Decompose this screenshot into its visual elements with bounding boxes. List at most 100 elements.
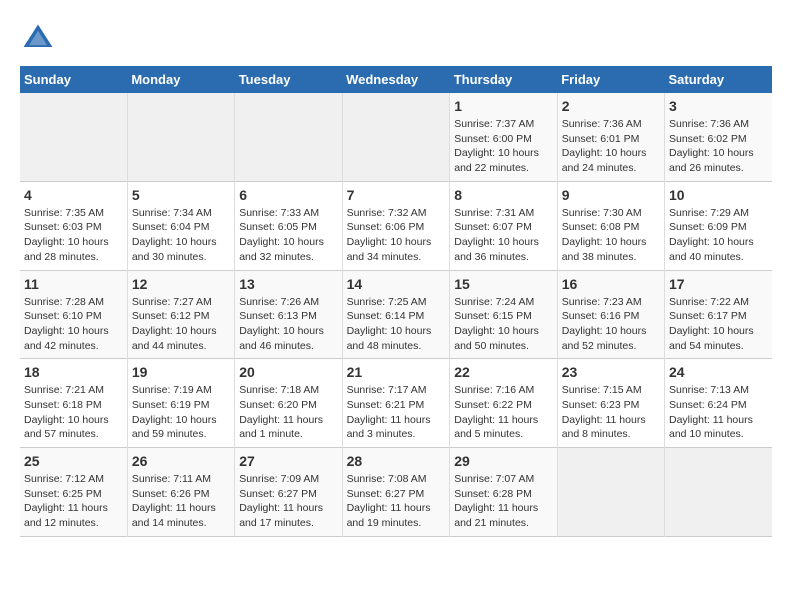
day-cell: 23 Sunrise: 7:15 AMSunset: 6:23 PMDayligh… bbox=[557, 359, 664, 448]
day-cell: 3 Sunrise: 7:36 AMSunset: 6:02 PMDaylight… bbox=[665, 93, 773, 181]
day-number: 23 bbox=[562, 364, 660, 380]
day-number: 28 bbox=[347, 453, 446, 469]
day-info: Sunrise: 7:31 AMSunset: 6:07 PMDaylight:… bbox=[454, 206, 552, 265]
day-cell: 28 Sunrise: 7:08 AMSunset: 6:27 PMDayligh… bbox=[342, 448, 450, 537]
logo-icon bbox=[20, 20, 56, 56]
week-row-5: 25Sunrise: 7:12 AMSunset: 6:25 PMDayligh… bbox=[20, 448, 772, 537]
day-number: 25 bbox=[24, 453, 123, 469]
day-info: Sunrise: 7:27 AMSunset: 6:12 PMDaylight:… bbox=[132, 295, 230, 354]
day-cell: 12 Sunrise: 7:27 AMSunset: 6:12 PMDayligh… bbox=[127, 270, 234, 359]
day-info: Sunrise: 7:24 AMSunset: 6:15 PMDaylight:… bbox=[454, 295, 552, 354]
day-number: 5 bbox=[132, 187, 230, 203]
day-cell bbox=[127, 93, 234, 181]
day-info: Sunrise: 7:34 AMSunset: 6:04 PMDaylight:… bbox=[132, 206, 230, 265]
day-info: Sunrise: 7:35 AMSunset: 6:03 PMDaylight:… bbox=[24, 206, 123, 265]
day-info: Sunrise: 7:16 AMSunset: 6:22 PMDaylight:… bbox=[454, 383, 552, 442]
day-number: 15 bbox=[454, 276, 552, 292]
weekday-header-row: SundayMondayTuesdayWednesdayThursdayFrid… bbox=[20, 66, 772, 93]
logo bbox=[20, 20, 60, 56]
day-number: 12 bbox=[132, 276, 230, 292]
day-number: 29 bbox=[454, 453, 552, 469]
day-number: 6 bbox=[239, 187, 337, 203]
day-number: 3 bbox=[669, 98, 768, 114]
day-number: 7 bbox=[347, 187, 446, 203]
day-number: 8 bbox=[454, 187, 552, 203]
day-number: 26 bbox=[132, 453, 230, 469]
week-row-4: 18 Sunrise: 7:21 AMSunset: 6:18 PMDayligh… bbox=[20, 359, 772, 448]
day-cell bbox=[20, 93, 127, 181]
day-cell: 29 Sunrise: 7:07 AMSunset: 6:28 PMDayligh… bbox=[450, 448, 557, 537]
day-info: Sunrise: 7:26 AMSunset: 6:13 PMDaylight:… bbox=[239, 295, 337, 354]
day-info: Sunrise: 7:07 AMSunset: 6:28 PMDaylight:… bbox=[454, 472, 552, 531]
day-cell bbox=[235, 93, 342, 181]
day-info: Sunrise: 7:17 AMSunset: 6:21 PMDaylight:… bbox=[347, 383, 446, 442]
day-info: Sunrise: 7:15 AMSunset: 6:23 PMDaylight:… bbox=[562, 383, 660, 442]
day-cell: 25Sunrise: 7:12 AMSunset: 6:25 PMDayligh… bbox=[20, 448, 127, 537]
day-info: Sunrise: 7:23 AMSunset: 6:16 PMDaylight:… bbox=[562, 295, 660, 354]
day-cell: 6 Sunrise: 7:33 AMSunset: 6:05 PMDaylight… bbox=[235, 181, 342, 270]
day-cell: 18 Sunrise: 7:21 AMSunset: 6:18 PMDayligh… bbox=[20, 359, 127, 448]
day-number: 13 bbox=[239, 276, 337, 292]
day-info: Sunrise: 7:36 AMSunset: 6:02 PMDaylight:… bbox=[669, 117, 768, 176]
day-cell: 11 Sunrise: 7:28 AMSunset: 6:10 PMDayligh… bbox=[20, 270, 127, 359]
day-cell: 17Sunrise: 7:22 AMSunset: 6:17 PMDayligh… bbox=[665, 270, 773, 359]
day-cell: 7Sunrise: 7:32 AMSunset: 6:06 PMDaylight… bbox=[342, 181, 450, 270]
day-cell: 20 Sunrise: 7:18 AMSunset: 6:20 PMDayligh… bbox=[235, 359, 342, 448]
day-cell: 16 Sunrise: 7:23 AMSunset: 6:16 PMDayligh… bbox=[557, 270, 664, 359]
day-cell: 2 Sunrise: 7:36 AMSunset: 6:01 PMDaylight… bbox=[557, 93, 664, 181]
week-row-1: 1 Sunrise: 7:37 AMSunset: 6:00 PMDaylight… bbox=[20, 93, 772, 181]
day-info: Sunrise: 7:37 AMSunset: 6:00 PMDaylight:… bbox=[454, 117, 552, 176]
day-number: 4 bbox=[24, 187, 123, 203]
weekday-header-tuesday: Tuesday bbox=[235, 66, 342, 93]
day-cell: 13 Sunrise: 7:26 AMSunset: 6:13 PMDayligh… bbox=[235, 270, 342, 359]
day-number: 1 bbox=[454, 98, 552, 114]
day-number: 18 bbox=[24, 364, 123, 380]
day-number: 9 bbox=[562, 187, 660, 203]
weekday-header-sunday: Sunday bbox=[20, 66, 127, 93]
day-number: 14 bbox=[347, 276, 446, 292]
day-cell: 1 Sunrise: 7:37 AMSunset: 6:00 PMDaylight… bbox=[450, 93, 557, 181]
day-info: Sunrise: 7:29 AMSunset: 6:09 PMDaylight:… bbox=[669, 206, 768, 265]
weekday-header-wednesday: Wednesday bbox=[342, 66, 450, 93]
day-info: Sunrise: 7:18 AMSunset: 6:20 PMDaylight:… bbox=[239, 383, 337, 442]
day-number: 21 bbox=[347, 364, 446, 380]
week-row-3: 11 Sunrise: 7:28 AMSunset: 6:10 PMDayligh… bbox=[20, 270, 772, 359]
day-info: Sunrise: 7:33 AMSunset: 6:05 PMDaylight:… bbox=[239, 206, 337, 265]
day-number: 11 bbox=[24, 276, 123, 292]
weekday-header-friday: Friday bbox=[557, 66, 664, 93]
day-number: 24 bbox=[669, 364, 768, 380]
day-number: 27 bbox=[239, 453, 337, 469]
day-number: 16 bbox=[562, 276, 660, 292]
day-info: Sunrise: 7:25 AMSunset: 6:14 PMDaylight:… bbox=[347, 295, 446, 354]
day-info: Sunrise: 7:28 AMSunset: 6:10 PMDaylight:… bbox=[24, 295, 123, 354]
day-number: 20 bbox=[239, 364, 337, 380]
day-cell: 21 Sunrise: 7:17 AMSunset: 6:21 PMDayligh… bbox=[342, 359, 450, 448]
week-row-2: 4 Sunrise: 7:35 AMSunset: 6:03 PMDaylight… bbox=[20, 181, 772, 270]
day-number: 22 bbox=[454, 364, 552, 380]
day-cell: 5 Sunrise: 7:34 AMSunset: 6:04 PMDaylight… bbox=[127, 181, 234, 270]
day-cell: 9 Sunrise: 7:30 AMSunset: 6:08 PMDaylight… bbox=[557, 181, 664, 270]
day-info: Sunrise: 7:22 AMSunset: 6:17 PMDaylight:… bbox=[669, 295, 768, 354]
day-cell bbox=[665, 448, 773, 537]
calendar-table: SundayMondayTuesdayWednesdayThursdayFrid… bbox=[20, 66, 772, 537]
day-info: Sunrise: 7:08 AMSunset: 6:27 PMDaylight:… bbox=[347, 472, 446, 531]
day-cell: 10Sunrise: 7:29 AMSunset: 6:09 PMDayligh… bbox=[665, 181, 773, 270]
day-info: Sunrise: 7:19 AMSunset: 6:19 PMDaylight:… bbox=[132, 383, 230, 442]
day-number: 2 bbox=[562, 98, 660, 114]
day-cell: 22 Sunrise: 7:16 AMSunset: 6:22 PMDayligh… bbox=[450, 359, 557, 448]
day-info: Sunrise: 7:21 AMSunset: 6:18 PMDaylight:… bbox=[24, 383, 123, 442]
day-cell: 26Sunrise: 7:11 AMSunset: 6:26 PMDayligh… bbox=[127, 448, 234, 537]
day-info: Sunrise: 7:30 AMSunset: 6:08 PMDaylight:… bbox=[562, 206, 660, 265]
day-cell: 19Sunrise: 7:19 AMSunset: 6:19 PMDayligh… bbox=[127, 359, 234, 448]
day-info: Sunrise: 7:36 AMSunset: 6:01 PMDaylight:… bbox=[562, 117, 660, 176]
day-info: Sunrise: 7:13 AMSunset: 6:24 PMDaylight:… bbox=[669, 383, 768, 442]
weekday-header-saturday: Saturday bbox=[665, 66, 773, 93]
day-cell bbox=[342, 93, 450, 181]
day-cell: 15 Sunrise: 7:24 AMSunset: 6:15 PMDayligh… bbox=[450, 270, 557, 359]
weekday-header-thursday: Thursday bbox=[450, 66, 557, 93]
page-header bbox=[20, 20, 772, 56]
weekday-header-monday: Monday bbox=[127, 66, 234, 93]
day-cell: 4 Sunrise: 7:35 AMSunset: 6:03 PMDaylight… bbox=[20, 181, 127, 270]
day-info: Sunrise: 7:09 AMSunset: 6:27 PMDaylight:… bbox=[239, 472, 337, 531]
day-cell: 8 Sunrise: 7:31 AMSunset: 6:07 PMDaylight… bbox=[450, 181, 557, 270]
